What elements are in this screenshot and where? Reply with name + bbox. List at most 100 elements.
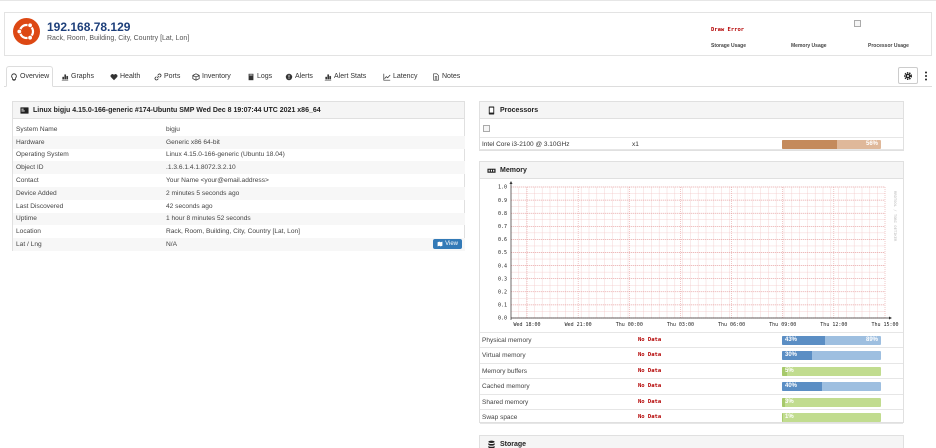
chart-grid	[509, 181, 892, 320]
row-key: Operating System	[16, 151, 69, 159]
row-key: Location	[16, 228, 41, 236]
overview-row-operating-system: Operating System Linux 4.15.0-166-generi…	[13, 149, 465, 162]
device-tabs: Overview Graphs Health Ports Inventory L…	[4, 66, 932, 87]
processor-usage-bar: 56%	[782, 140, 881, 149]
device-hostname[interactable]: 192.168.78.129	[47, 20, 130, 34]
overview-title: Linux bigju 4.15.0-166-generic #174-Ubun…	[33, 106, 321, 114]
overview-table: System Name bigju Hardware Generic x86 6…	[13, 123, 465, 251]
memory-usage-bar: 40%	[782, 382, 881, 392]
more-options-button[interactable]	[919, 67, 932, 84]
memory-usage-bar: 1%	[782, 413, 881, 422]
memory-title[interactable]: Memory	[500, 167, 527, 174]
tab-label: Alerts	[295, 73, 313, 80]
tab-health[interactable]: Health	[107, 66, 143, 87]
no-data-label: No Data	[638, 398, 662, 405]
file-text-icon	[433, 72, 439, 81]
memory-usage-label[interactable]: Memory Usage	[791, 43, 827, 49]
map-icon	[437, 241, 443, 247]
processors-title[interactable]: Processors	[500, 107, 538, 114]
memory-usage-label: 1%	[785, 414, 794, 420]
row-key: System Name	[16, 125, 58, 133]
row-value: Generic x86 64-bit	[166, 138, 220, 146]
book-icon	[248, 73, 254, 80]
view-map-button[interactable]: View	[433, 239, 462, 250]
ubuntu-logo-icon	[13, 18, 40, 45]
memory-icon	[487, 168, 496, 173]
tab-label: Overview	[20, 73, 50, 80]
processor-row[interactable]: Intel Core i3-2100 @ 3.10GHz x1 56%	[480, 137, 903, 150]
memory-row-physical[interactable]: Physical memory No Data 43% 89%	[480, 332, 903, 347]
row-value: 42 seconds ago	[166, 202, 213, 210]
view-button-label: View	[445, 241, 458, 248]
vertical-ellipsis-icon	[924, 71, 927, 80]
memory-name: Virtual memory	[482, 352, 526, 360]
memory-usage-bar: 30%	[782, 351, 881, 361]
bar-chart-icon	[61, 73, 69, 80]
tab-overview[interactable]: Overview	[6, 66, 54, 87]
broken-image-icon	[483, 125, 490, 132]
memory-row-buffers[interactable]: Memory buffers No Data 5%	[480, 362, 903, 378]
y-tick-label: 0.7	[498, 224, 507, 230]
memory-usage-label: 30%	[785, 352, 798, 359]
processor-count: x1	[632, 141, 639, 148]
lightbulb-icon	[11, 72, 17, 81]
memory-panel-header: Memory	[480, 162, 903, 179]
memory-graph[interactable]: 0.0 0.1 0.2 0.3 0.4 0.5 0.6 0.7 0.8 0.9 1.0 Wed 18…	[480, 181, 903, 331]
overview-row-uptime: Uptime 1 hour 8 minutes 52 seconds	[13, 212, 465, 226]
overview-row-hardware: Hardware Generic x86 64-bit	[13, 135, 465, 149]
x-tick-label: Thu 09:00	[769, 322, 796, 328]
tab-alert-stats[interactable]: Alert Stats	[321, 66, 369, 87]
row-value: bigju	[166, 125, 180, 133]
memory-row-cached[interactable]: Cached memory No Data 40%	[480, 378, 903, 393]
chart-y-axis-labels: 0.0 0.1 0.2 0.3 0.4 0.5 0.6 0.7 0.8 0.9 1.0	[498, 185, 507, 322]
row-key: Last Discovered	[16, 202, 64, 210]
memory-row-swap[interactable]: Swap space No Data 1%	[480, 409, 903, 425]
tab-logs[interactable]: Logs	[244, 66, 275, 87]
row-value: Your Name <your@email.address>	[166, 177, 269, 185]
tab-alerts[interactable]: Alerts	[282, 66, 316, 87]
no-data-label: No Data	[638, 367, 662, 374]
row-key: Lat / Lng	[16, 241, 42, 249]
storage-usage-label[interactable]: Storage Usage	[711, 43, 746, 49]
tab-label: Inventory	[202, 73, 231, 80]
tab-label: Health	[120, 73, 141, 80]
row-value: Rack, Room, Building, City, Country [Lat…	[166, 228, 301, 236]
processor-icon	[488, 105, 495, 115]
storage-panel: Storage	[479, 435, 904, 448]
tab-latency[interactable]: Latency	[380, 66, 421, 87]
x-tick-label: Thu 00:00	[616, 322, 643, 328]
row-value: 1 hour 8 minutes 52 seconds	[166, 215, 251, 223]
row-key: Contact	[16, 177, 39, 185]
broken-image-icon	[854, 20, 861, 27]
x-tick-label: Wed 18:00	[513, 322, 540, 328]
line-chart-icon	[383, 73, 391, 81]
y-tick-label: 0.9	[498, 198, 507, 204]
tab-label: Logs	[257, 73, 273, 80]
tab-ports[interactable]: Ports	[151, 66, 183, 87]
memory-panel: Memory 0.0 0.1 0.2 0.3 0.4 0.5 0.6 0.7 0.8 0.9 1.0…	[479, 161, 904, 425]
memory-usage-label: 43%	[785, 337, 798, 343]
storage-title[interactable]: Storage	[500, 441, 526, 448]
y-tick-label: 0.4	[498, 263, 507, 269]
row-value: N/A	[166, 241, 177, 249]
tab-inventory[interactable]: Inventory	[189, 66, 234, 87]
link-icon	[154, 73, 162, 80]
memory-row-virtual[interactable]: Virtual memory No Data 30%	[480, 347, 903, 362]
row-key: Uptime	[16, 215, 37, 223]
storage-panel-header: Storage	[480, 436, 903, 448]
tab-graphs[interactable]: Graphs	[58, 66, 97, 87]
settings-button[interactable]	[898, 67, 918, 84]
overview-row-contact: Contact Your Name <your@email.address>	[13, 174, 465, 187]
memory-name: Swap space	[482, 414, 518, 421]
tab-label: Notes	[442, 73, 461, 80]
memory-row-shared[interactable]: Shared memory No Data 3%	[480, 393, 903, 409]
y-tick-label: 0.0	[498, 316, 507, 322]
database-icon	[488, 440, 495, 448]
processor-usage-label[interactable]: Processor Usage	[868, 43, 909, 49]
x-tick-label: Thu 06:00	[718, 322, 745, 328]
no-data-label: No Data	[638, 337, 662, 343]
overview-panel: Linux bigju 4.15.0-166-generic #174-Ubun…	[12, 101, 465, 251]
processors-panel: Processors Intel Core i3-2100 @ 3.10GHz …	[479, 101, 904, 151]
tab-notes[interactable]: Notes	[429, 66, 463, 87]
y-tick-label: 0.3	[498, 276, 507, 282]
